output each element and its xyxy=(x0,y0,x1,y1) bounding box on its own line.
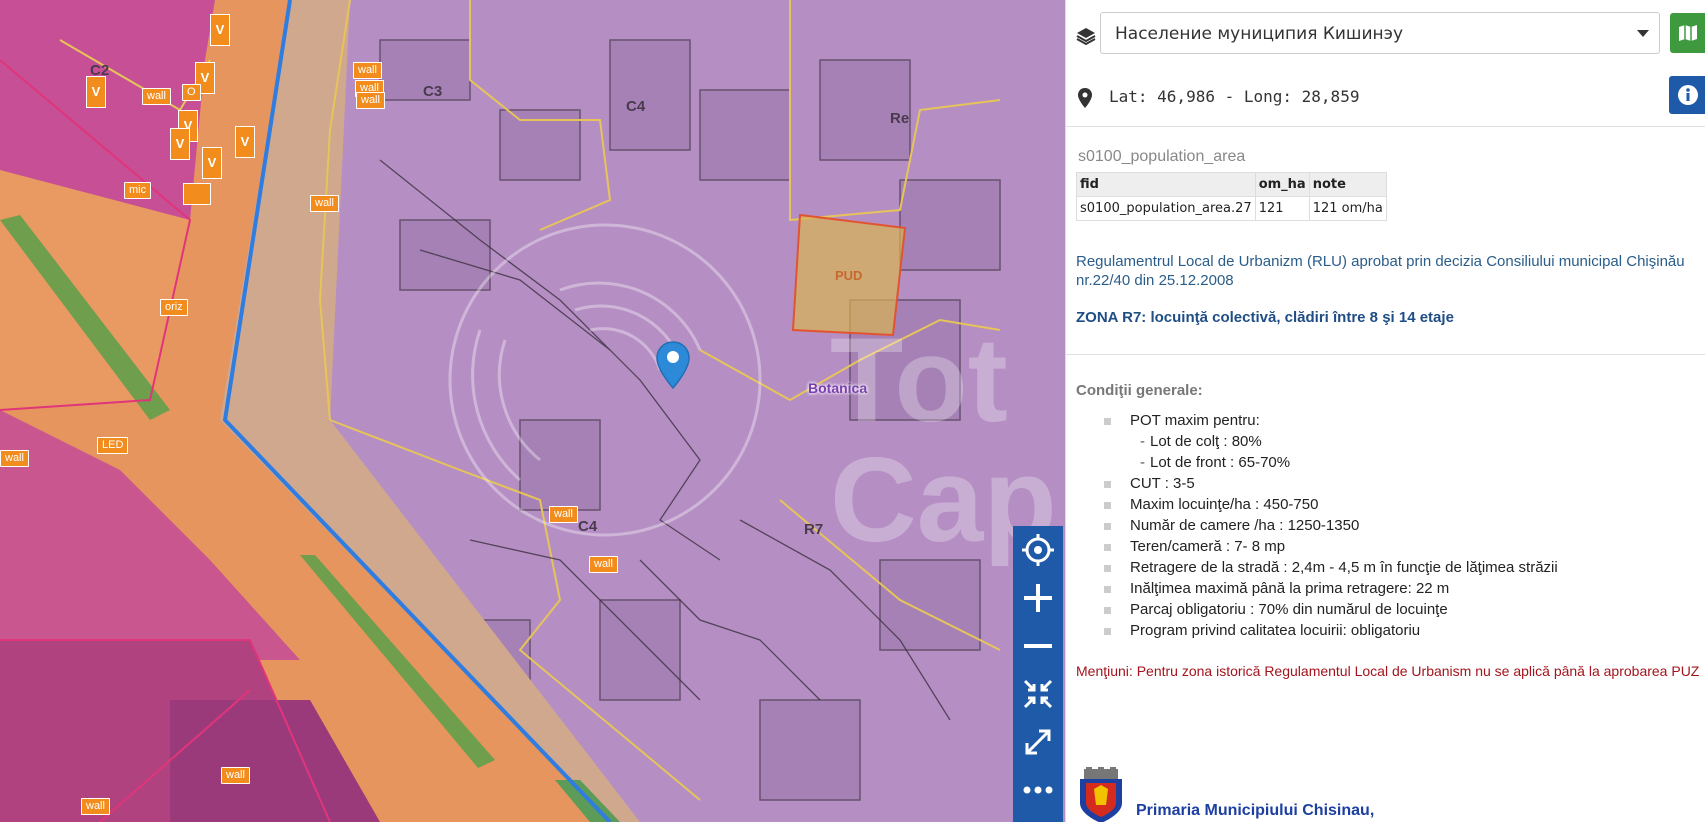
condition-item: Lot de front : 65-70% xyxy=(1102,452,1702,473)
attribute-table: fid om_ha note s0100_population_area.27 … xyxy=(1076,172,1387,221)
coordinates-bar: Lat: 46,986 - Long: 28,859 xyxy=(1066,74,1705,127)
table-cell: 121 xyxy=(1254,196,1310,221)
conditions-title: Condiţii generale: xyxy=(1076,382,1203,399)
condition-item: Teren/cameră : 7- 8 mp xyxy=(1102,536,1702,557)
poi-v-marker[interactable]: V xyxy=(210,14,230,46)
divider xyxy=(1066,354,1705,355)
poi-flag-marker[interactable] xyxy=(183,183,211,205)
footer-organization: Primaria Municipiului Chisinau, xyxy=(1136,802,1375,819)
poi-oriz[interactable]: oriz xyxy=(160,299,188,316)
zone-label-c4-top: C4 xyxy=(626,98,646,115)
location-pin-icon[interactable] xyxy=(655,340,691,390)
condition-item: Lot de colţ : 80% xyxy=(1102,431,1702,452)
layers-icon xyxy=(1076,28,1096,46)
map-view[interactable]: Tot Cap C2 C3 C4 Re PUD C4 R7 Botanica V… xyxy=(0,0,1065,822)
poi-wall[interactable]: wall xyxy=(142,88,171,105)
crosshair-icon xyxy=(1022,534,1054,566)
mentiuni-text: Pentru zona istorică Regulamentul Local … xyxy=(1132,663,1700,679)
table-header: om_ha xyxy=(1254,172,1310,197)
condition-item: Număr de camere /ha : 1250-1350 xyxy=(1102,515,1702,536)
poi-wall[interactable]: wall xyxy=(356,92,385,109)
poi-v-marker[interactable]: V xyxy=(170,128,190,160)
full-extent-button[interactable] xyxy=(1013,670,1063,718)
info-button[interactable] xyxy=(1669,76,1705,114)
poi-led[interactable]: LED xyxy=(97,437,129,454)
table-cell: s0100_population_area.27 xyxy=(1076,196,1256,221)
locate-button[interactable] xyxy=(1013,526,1063,574)
fullscreen-button[interactable] xyxy=(1013,718,1063,766)
conditions-list: POT maxim pentru:Lot de colţ : 80%Lot de… xyxy=(1102,410,1702,641)
coordinates-readout: Lat: 46,986 - Long: 28,859 xyxy=(1109,87,1360,106)
place-label-botanica: Botanica xyxy=(808,380,868,396)
poi-wall[interactable]: wall xyxy=(353,62,382,79)
ellipsis-icon xyxy=(1023,786,1053,794)
map-icon xyxy=(1679,25,1697,41)
minus-icon xyxy=(1024,644,1052,648)
poi-mic[interactable]: mic xyxy=(124,182,152,199)
poi-wall[interactable]: wall xyxy=(0,450,29,467)
mentiuni-label: Menţiuni: xyxy=(1076,663,1133,679)
plus-icon xyxy=(1024,584,1052,612)
chevron-down-icon xyxy=(1637,30,1649,37)
more-button[interactable] xyxy=(1013,766,1063,814)
map-controls xyxy=(1013,526,1063,822)
zone-title: ZONA R7: locuinţă colectivă, clădiri înt… xyxy=(1076,309,1454,326)
layer-bar: Население муниципия Кишинэу xyxy=(1066,0,1705,68)
layer-select[interactable]: Население муниципия Кишинэу xyxy=(1100,12,1660,54)
feature-info: s0100_population_area fid om_ha note s01… xyxy=(1066,130,1705,822)
condition-item: Retragere de la stradă : 2,4m - 4,5 m în… xyxy=(1102,557,1702,578)
condition-item: CUT : 3-5 xyxy=(1102,473,1702,494)
condition-item: Program privind calitatea locuirii: obli… xyxy=(1102,620,1702,641)
table-header: fid xyxy=(1076,172,1256,197)
poi-wall[interactable]: wall xyxy=(549,506,578,523)
poi-v-marker[interactable]: V xyxy=(202,147,222,179)
info-icon xyxy=(1677,85,1698,105)
compress-arrows-icon xyxy=(1023,679,1053,709)
poi-v-marker[interactable]: V xyxy=(235,126,255,158)
table-header: note xyxy=(1308,172,1387,197)
zone-label-c4-mid: C4 xyxy=(578,518,598,535)
expand-arrows-icon xyxy=(1025,729,1051,755)
table-header-row: fid om_ha note xyxy=(1076,172,1387,197)
condition-item: Parcaj obligatoriu : 70% din numărul de … xyxy=(1102,599,1702,620)
poi-wall[interactable]: wall xyxy=(310,195,339,212)
zone-label-r7: R7 xyxy=(804,521,824,538)
condition-item: Maxim locuinţe/ha : 450-750 xyxy=(1102,494,1702,515)
rlu-description: Regulamentrul Local de Urbanizm (RLU) ap… xyxy=(1076,253,1685,289)
zone-label-re: Re xyxy=(890,110,910,127)
zoom-out-button[interactable] xyxy=(1013,622,1063,670)
mentiuni-note: Menţiuni: Pentru zona istorică Regulamen… xyxy=(1076,662,1705,681)
poi-v-marker[interactable]: V xyxy=(86,76,106,108)
feature-layer-name: s0100_population_area xyxy=(1078,148,1246,165)
zoom-in-button[interactable] xyxy=(1013,574,1063,622)
map-type-button[interactable] xyxy=(1670,13,1705,53)
table-cell: 121 om/ha xyxy=(1308,196,1387,221)
zone-label-pud: PUD xyxy=(835,268,863,283)
poi-wall[interactable]: wall xyxy=(589,556,618,573)
zone-label-c3: C3 xyxy=(423,83,443,100)
condition-item: POT maxim pentru: xyxy=(1102,410,1702,431)
poi-o-label[interactable]: O xyxy=(182,84,201,101)
condition-item: Inălţimea maximă până la prima retragere… xyxy=(1102,578,1702,599)
table-row: s0100_population_area.27 121 121 om/ha xyxy=(1076,196,1387,221)
chisinau-crest-logo xyxy=(1080,767,1122,822)
poi-wall[interactable]: wall xyxy=(221,767,250,784)
map-marker-icon xyxy=(1078,88,1092,108)
layer-select-value: Население муниципия Кишинэу xyxy=(1115,24,1404,44)
info-panel: Население муниципия Кишинэу Lat: 46,986 … xyxy=(1065,0,1705,822)
poi-wall[interactable]: wall xyxy=(81,798,110,815)
